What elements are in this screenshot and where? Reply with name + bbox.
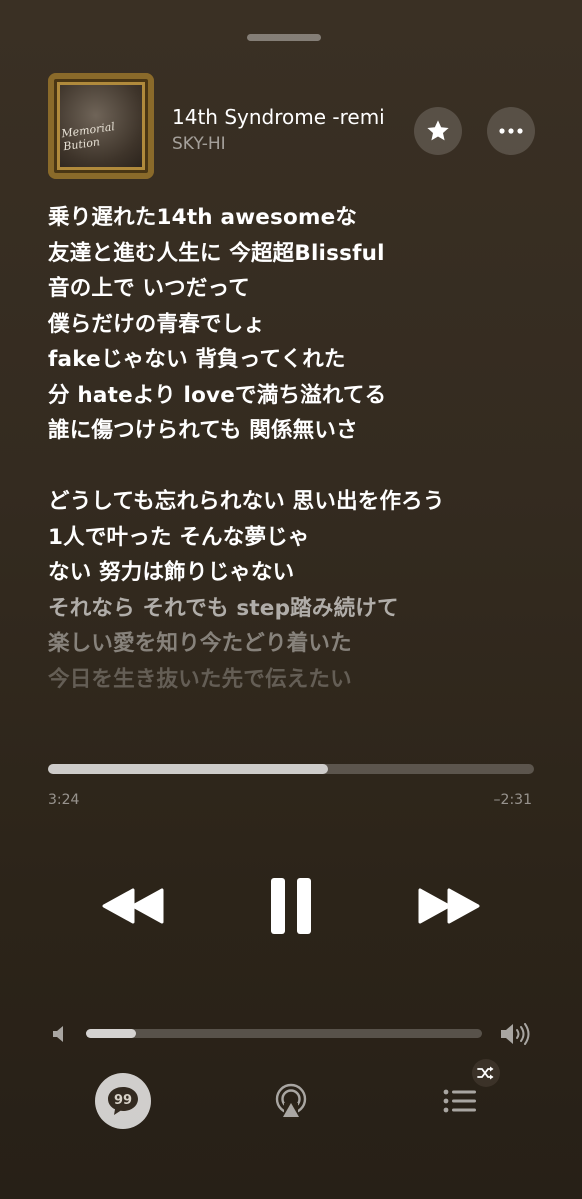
volume-min-button[interactable]: [50, 1023, 68, 1045]
lyrics-panel[interactable]: 乗り遅れた14th awesomeな 友達と進む人生に 今超超Blissful 音の…: [48, 200, 568, 697]
pause-button[interactable]: [264, 874, 318, 938]
remaining-time: –2:31: [493, 792, 532, 808]
rewind-button[interactable]: [100, 880, 166, 932]
fast-forward-icon: [418, 888, 480, 924]
speaker-low-icon: [53, 1026, 63, 1042]
svg-text:99: 99: [114, 1093, 132, 1108]
fast-forward-button[interactable]: [416, 880, 482, 932]
track-artist[interactable]: SKY-HI: [172, 134, 226, 154]
lyric-line[interactable]: 音の上で いつだって: [48, 271, 568, 307]
lyric-line[interactable]: 今日を生き抜いた先で伝えたい: [48, 662, 568, 698]
lyrics-button[interactable]: 99: [95, 1073, 151, 1129]
sheet-grabber[interactable]: [247, 34, 321, 41]
lyric-line[interactable]: 楽しい愛を知り今たどり着いた: [48, 626, 568, 662]
ellipsis-icon: [499, 128, 523, 134]
volume-max-button[interactable]: [499, 1021, 533, 1047]
lyric-line[interactable]: ない 努力は飾りじゃない: [48, 555, 568, 591]
lyric-stanza-gap: [48, 449, 568, 485]
rewind-icon: [102, 888, 164, 924]
shuffle-badge[interactable]: [472, 1059, 500, 1087]
track-title[interactable]: 14th Syndrome -remi: [172, 105, 408, 129]
lyric-line[interactable]: 僕らだけの青春でしょ: [48, 307, 568, 343]
volume-slider-fill: [86, 1029, 136, 1038]
elapsed-time: 3:24: [48, 792, 80, 808]
queue-list-icon: [443, 1089, 476, 1113]
more-options-button[interactable]: [487, 107, 535, 155]
queue-button[interactable]: [440, 1086, 480, 1116]
favorite-button[interactable]: [414, 107, 462, 155]
album-art: Memorial Bution: [48, 73, 154, 179]
playback-progress-fill: [48, 764, 328, 774]
shuffle-icon: [477, 1066, 494, 1080]
playback-progress-bar[interactable]: [48, 764, 534, 774]
lyric-line[interactable]: 1人で叶った そんな夢じゃ: [48, 520, 568, 556]
lyric-line[interactable]: どうしても忘れられない 思い出を作ろう: [48, 484, 568, 520]
volume-slider[interactable]: [86, 1029, 482, 1038]
lyric-line[interactable]: 乗り遅れた14th awesomeな: [48, 200, 568, 236]
pause-icon: [271, 878, 311, 934]
star-icon: [427, 120, 449, 141]
lyric-line[interactable]: それなら それでも step踏み続けて: [48, 591, 568, 627]
lyric-line[interactable]: fakeじゃない 背負ってくれた: [48, 342, 568, 378]
lyric-line[interactable]: 分 hateより loveで満ち溢れてる: [48, 378, 568, 414]
lyric-line[interactable]: 友達と進む人生に 今超超Blissful: [48, 236, 568, 272]
speaker-high-icon: [501, 1023, 530, 1045]
airplay-icon: [275, 1083, 307, 1119]
album-art-text: Memorial Bution: [60, 120, 116, 154]
lyrics-quote-icon: 99: [108, 1087, 138, 1115]
airplay-button[interactable]: [272, 1081, 310, 1121]
lyric-line[interactable]: 誰に傷つけられても 関係無いさ: [48, 413, 568, 449]
